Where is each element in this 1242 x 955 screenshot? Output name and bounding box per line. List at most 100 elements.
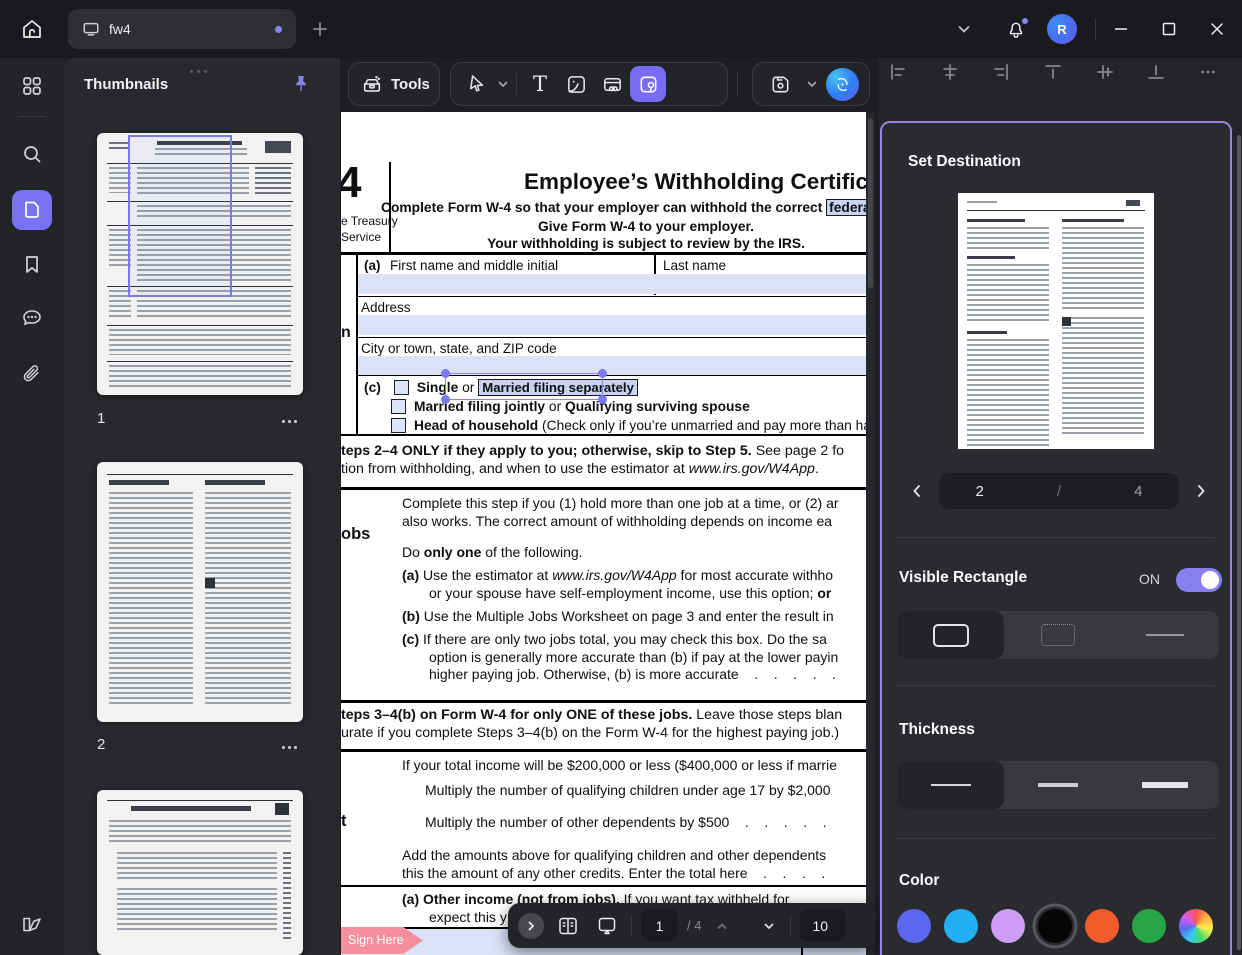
- color-swatch-orange[interactable]: [1085, 909, 1119, 943]
- step3-line: Add the amounts above for qualifying chi…: [402, 847, 826, 863]
- document-tab[interactable]: fw4: [68, 9, 296, 49]
- previous-destination-page-button[interactable]: [904, 475, 930, 507]
- thickness-thick-option[interactable]: [1112, 761, 1219, 809]
- form-title: Employee’s Withholding Certifica: [524, 169, 866, 195]
- color-swatch-blue[interactable]: [897, 909, 931, 943]
- thickness-thin-option[interactable]: [897, 761, 1004, 809]
- grid-icon: [21, 75, 43, 97]
- document-scrollbar[interactable]: [866, 112, 875, 955]
- head-household-checkbox[interactable]: [391, 418, 406, 433]
- sidebar-item-thumbnails[interactable]: [12, 190, 52, 230]
- page-menu-icon[interactable]: [282, 740, 304, 754]
- close-button[interactable]: [1200, 12, 1234, 46]
- save-dropdown[interactable]: [805, 78, 821, 90]
- zoom-input[interactable]: 10: [800, 909, 846, 942]
- align-top-icon[interactable]: [1043, 62, 1063, 82]
- notification-dot-icon: [1022, 18, 1028, 24]
- destination-region-overlay: [128, 135, 232, 297]
- new-tab-button[interactable]: [306, 15, 334, 43]
- thumbnail-page-2[interactable]: [97, 462, 303, 722]
- panel-scrollbar[interactable]: [1237, 135, 1241, 950]
- next-page-button[interactable]: [757, 911, 781, 941]
- visible-rectangle-toggle[interactable]: [1176, 568, 1222, 592]
- select-tool-dropdown[interactable]: [495, 78, 511, 90]
- thumbnail-page-3[interactable]: [97, 790, 303, 955]
- unsaved-dot-icon: [275, 26, 282, 33]
- sidebar-item-search[interactable]: [12, 134, 52, 174]
- more-options-icon[interactable]: [1198, 62, 1218, 82]
- minimize-button[interactable]: [1104, 12, 1138, 46]
- style-underline-option[interactable]: [1112, 611, 1219, 659]
- step2-option-a: (a) Use the estimator at www.irs.gov/W4A…: [402, 567, 833, 583]
- select-tool-button[interactable]: [459, 66, 495, 102]
- color-swatch-black-selected[interactable]: [1038, 909, 1072, 943]
- comment-icon: [20, 306, 44, 330]
- link-annotation-selection[interactable]: [445, 373, 603, 400]
- scrollbar-thumb[interactable]: [868, 118, 873, 288]
- reader-mode-button[interactable]: [12, 904, 52, 944]
- style-solid-rectangle-option[interactable]: [897, 611, 1004, 659]
- resize-handle[interactable]: [598, 395, 607, 404]
- style-dotted-rectangle-option[interactable]: [1004, 611, 1111, 659]
- image-tool-button[interactable]: [558, 66, 594, 102]
- expand-toolbar-button[interactable]: [518, 913, 544, 939]
- align-right-icon[interactable]: [991, 62, 1011, 82]
- set-destination-tool-button[interactable]: [630, 66, 666, 102]
- thickness-medium-option[interactable]: [1004, 761, 1111, 809]
- thickness-selector: [897, 761, 1219, 809]
- step2-option-c: (c) If there are only two jobs total, yo…: [402, 631, 827, 647]
- city-field[interactable]: [358, 356, 866, 375]
- color-swatch-cyan[interactable]: [944, 909, 978, 943]
- tool-group-save: [752, 62, 870, 106]
- destination-page-indicator[interactable]: 2 / 4: [939, 473, 1179, 509]
- divider: [631, 915, 632, 937]
- save-button[interactable]: [763, 66, 799, 102]
- align-middle-vertical-icon[interactable]: [1095, 62, 1115, 82]
- maximize-button[interactable]: [1152, 12, 1186, 46]
- panel-drag-handle[interactable]: [190, 60, 214, 64]
- resize-handle[interactable]: [441, 395, 450, 404]
- page-number-input[interactable]: 1: [641, 909, 678, 942]
- text-tool-button[interactable]: T: [522, 66, 558, 102]
- married-jointly-checkbox[interactable]: [391, 399, 406, 414]
- align-left-icon[interactable]: [888, 62, 908, 82]
- apps-grid-button[interactable]: [12, 66, 52, 106]
- collapse-toolbar-button[interactable]: [947, 12, 981, 46]
- step2-option-c-line-3: higher paying job. Otherwise, (b) is mor…: [429, 666, 836, 682]
- pin-panel-button[interactable]: [288, 71, 314, 97]
- thumbnails-panel-title: Thumbnails: [84, 76, 168, 93]
- sidebar-item-attachments[interactable]: [12, 354, 52, 394]
- visible-rectangle-label: Visible Rectangle: [899, 569, 1027, 587]
- avatar[interactable]: R: [1047, 14, 1077, 44]
- chevron-down-icon: [956, 21, 972, 37]
- link-tool-button[interactable]: [594, 66, 630, 102]
- sidebar-item-bookmarks[interactable]: [12, 244, 52, 284]
- sidebar-item-comments[interactable]: [12, 298, 52, 338]
- thumbnail-page-1[interactable]: [97, 133, 303, 395]
- two-page-view-button[interactable]: [553, 911, 583, 941]
- divider: [1095, 18, 1096, 40]
- tools-button[interactable]: Tools: [348, 62, 440, 106]
- resize-handle[interactable]: [441, 369, 450, 378]
- address-field[interactable]: [358, 315, 866, 335]
- align-bottom-icon[interactable]: [1146, 62, 1166, 82]
- single-checkbox[interactable]: [394, 380, 409, 395]
- federal-income-link[interactable]: federal in: [826, 199, 866, 216]
- page-menu-icon[interactable]: [282, 414, 304, 428]
- color-picker-rainbow[interactable]: [1179, 909, 1213, 943]
- previous-page-button[interactable]: [710, 911, 734, 941]
- color-swatch-lilac[interactable]: [991, 909, 1025, 943]
- presentation-mode-button[interactable]: [592, 911, 622, 941]
- destination-page-preview[interactable]: [958, 193, 1154, 449]
- first-name-field[interactable]: [358, 274, 866, 294]
- next-destination-page-button[interactable]: [1188, 475, 1214, 507]
- document-page[interactable]: 4 Employee’s Withholding Certifica Compl…: [341, 112, 866, 955]
- color-swatch-green[interactable]: [1132, 909, 1166, 943]
- align-center-horizontal-icon[interactable]: [940, 62, 960, 82]
- thickness-label: Thickness: [899, 721, 975, 739]
- notifications-button[interactable]: [999, 12, 1033, 46]
- ai-assistant-button[interactable]: [826, 68, 859, 101]
- home-button[interactable]: [12, 9, 52, 49]
- dotted-rectangle-icon: [1041, 624, 1075, 646]
- resize-handle[interactable]: [598, 369, 607, 378]
